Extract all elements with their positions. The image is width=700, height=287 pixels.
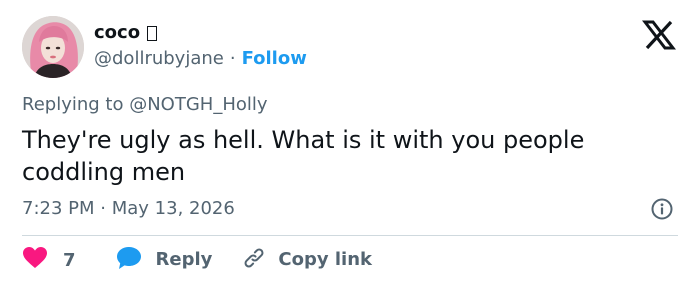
tweet-date: May 13, 2026 — [111, 198, 235, 219]
avatar[interactable] — [22, 16, 84, 78]
replying-to-prefix: Replying to — [22, 94, 124, 115]
action-bar: 7 Reply Copy link — [22, 246, 372, 274]
replying-to-handle[interactable]: @NOTGH_Holly — [129, 94, 267, 115]
follow-button[interactable]: Follow — [242, 48, 307, 70]
copy-link-button[interactable]: Copy link — [242, 246, 372, 274]
like-button[interactable]: 7 — [22, 246, 76, 274]
speech-bubble-icon — [116, 246, 142, 274]
reply-button[interactable]: Reply — [116, 246, 213, 274]
author-name-row: coco — [94, 22, 158, 44]
author-display-name[interactable]: coco — [94, 22, 140, 44]
copy-link-label: Copy link — [278, 249, 372, 270]
author-handle[interactable]: @dollrubyjane — [94, 48, 224, 70]
timestamp-separator: · — [100, 198, 106, 219]
link-icon — [242, 246, 266, 274]
like-count: 7 — [63, 249, 76, 271]
tweet-card: coco @dollrubyjane · Follow Replying to … — [0, 0, 700, 287]
tweet-timestamp[interactable]: 7:23 PM · May 13, 2026 — [22, 198, 235, 220]
divider — [22, 235, 678, 236]
author-handle-row: @dollrubyjane · Follow — [94, 48, 307, 70]
heart-icon — [22, 246, 48, 274]
tweet-text: They're ugly as hell. What is it with yo… — [22, 126, 585, 186]
info-icon[interactable] — [651, 198, 673, 220]
reply-label: Reply — [155, 249, 213, 270]
handle-separator: · — [229, 48, 236, 69]
missing-glyph-icon — [147, 25, 158, 41]
replying-to: Replying to @NOTGH_Holly — [22, 94, 268, 116]
tweet-time: 7:23 PM — [22, 198, 95, 219]
x-logo-icon[interactable] — [641, 20, 677, 50]
